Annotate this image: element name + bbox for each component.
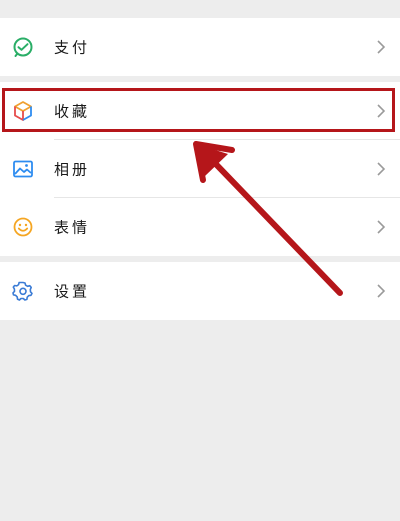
top-strip xyxy=(0,0,400,18)
wechat-pay-icon xyxy=(13,37,33,57)
menu-item-album[interactable]: 相册 xyxy=(0,140,400,198)
menu-item-stickers[interactable]: 表情 xyxy=(0,198,400,256)
album-image-icon xyxy=(13,160,33,178)
highlight-box xyxy=(2,88,395,132)
menu-label-stickers: 表情 xyxy=(54,218,91,237)
chevron-right-icon xyxy=(377,40,386,54)
annotation-arrow xyxy=(193,141,343,296)
menu-label-pay: 支付 xyxy=(54,38,91,57)
group-settings: 设置 xyxy=(0,262,400,320)
menu-label-album: 相册 xyxy=(54,160,91,179)
sticker-smile-icon xyxy=(13,217,33,237)
chevron-right-icon xyxy=(377,284,386,298)
menu-label-settings: 设置 xyxy=(54,282,91,301)
chevron-right-icon xyxy=(377,220,386,234)
chevron-right-icon xyxy=(377,162,386,176)
group-pay: 支付 xyxy=(0,18,400,76)
settings-gear-icon xyxy=(12,281,33,301)
menu-item-pay[interactable]: 支付 xyxy=(0,18,400,76)
menu-item-settings[interactable]: 设置 xyxy=(0,262,400,320)
